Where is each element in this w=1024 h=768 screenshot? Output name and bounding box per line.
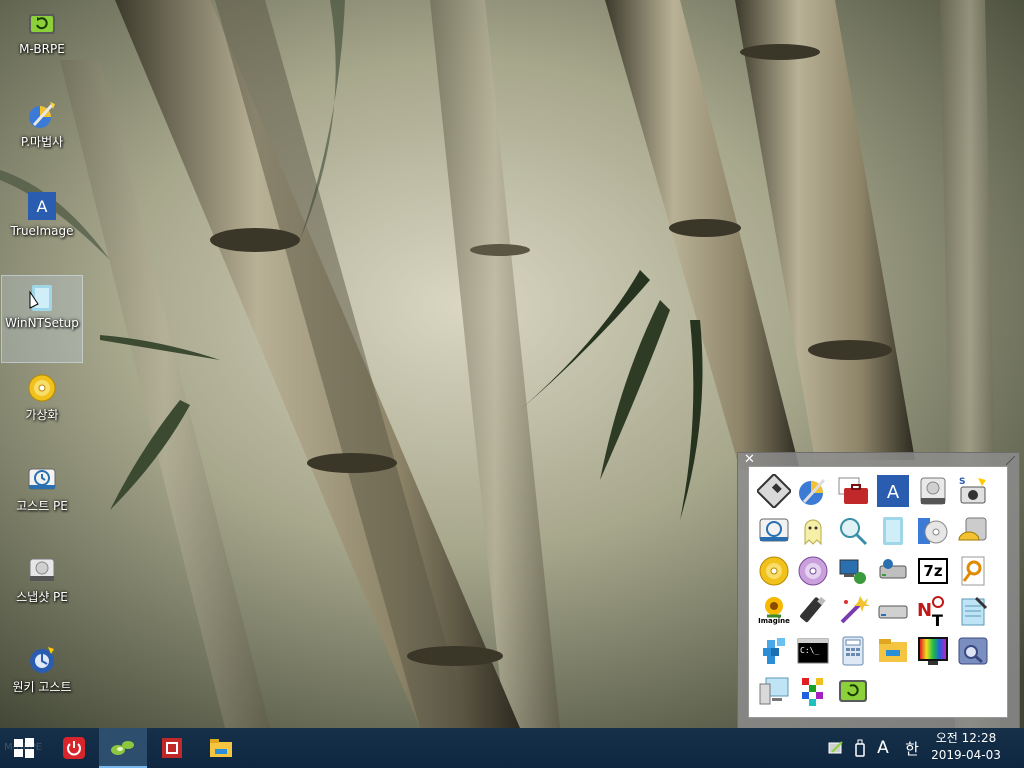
usb-eject-icon [855,739,865,757]
virtual-disc-icon [28,374,56,402]
search-ghost-icon[interactable] [836,514,870,548]
screenshot-camera-icon[interactable]: S [956,474,990,508]
magic-wand-icon[interactable] [836,594,870,628]
resize-grip-icon[interactable] [1006,456,1015,465]
monitor-test-icon[interactable] [916,634,950,668]
clock-date: 2019-04-03 [931,748,1001,762]
disc-burner-icon[interactable] [916,514,950,548]
taskbar: M-BRPE A 한 오전 12:28 2019-04-03 [0,728,1024,768]
defrag-icon[interactable] [796,674,830,708]
drive-manager-icon[interactable] [876,554,910,588]
onekey-ghost-icon [30,647,54,673]
tray-usb-button[interactable] [850,728,870,768]
desktop-icon-virtual[interactable]: 가상화 [2,366,82,452]
folder-icon [210,739,232,757]
ghost-backup-icon[interactable] [757,514,791,548]
desktop-icon-label: 가상화 [25,408,59,422]
drive-icon[interactable] [876,594,910,628]
desktop-icon-onekey-ghost[interactable]: 원키 고스트 [2,638,82,724]
desktop-icon-label: M-BRPE [19,42,65,56]
desktop-icon-trueimage[interactable]: A TrueImage [2,184,82,270]
svg-text:A: A [37,197,48,216]
hard-drive-icon[interactable] [916,474,950,508]
command-prompt-text: C:\_ [800,646,820,655]
7zip-icon-text: 7z [923,562,943,580]
ghost-icon[interactable] [796,514,830,548]
network-computer-icon[interactable] [836,554,870,588]
file-explorer-icon[interactable] [876,634,910,668]
taskbar-app-button[interactable] [148,728,196,768]
leaf-logo-icon [111,741,134,755]
desktop-icon-label: 스냅샷 PE [16,590,68,604]
winntsetup-icon [29,285,52,311]
snapshot-pe-icon [29,558,55,582]
desktop-icon-label: WinNTSetup [5,316,79,330]
toolbox-icon[interactable] [836,474,870,508]
desktop-icon-label: 원키 고스트 [12,680,72,694]
imagine-icon[interactable]: Imagine [757,594,791,628]
desktop-icon-label: 고스트 PE [16,499,68,513]
yellow-disc-icon[interactable] [757,554,791,588]
taskbar-clock[interactable]: 오전 12:28 2019-04-03 [926,730,1006,764]
trueimage-icon[interactable]: A [876,474,910,508]
command-prompt-icon[interactable]: C:\_ [796,634,830,668]
desktop-icon-m-brpe[interactable]: M-BRPE [2,2,82,88]
launcher-panel: ✕ A S 7z Imagine N T C:\_ [737,452,1020,739]
registry-icon[interactable] [757,634,791,668]
dvd-disc-icon[interactable] [796,554,830,588]
ime-mode-label: 한 [905,739,919,758]
m-brpe-drive-icon[interactable] [836,674,870,708]
m-brpe-drive-icon [29,14,55,34]
drive-search-icon[interactable] [956,634,990,668]
hardware-tray-icon [828,741,843,754]
7zip-icon[interactable]: 7z [916,554,950,588]
keyboard-layout-label: A [877,738,889,758]
desktop-icon-ghost-pe[interactable]: 고스트 PE [2,457,82,543]
file-search-icon[interactable] [956,554,990,588]
desktop-icon-p-wizard[interactable]: P.마법사 [2,93,82,179]
imagine-icon-text: Imagine [758,617,790,625]
launcher-grid: A S 7z Imagine N T C:\_ [748,466,1008,718]
red-frame-app-icon [162,738,182,758]
tray-device-button[interactable] [826,728,846,768]
partition-wizard-icon[interactable] [796,474,830,508]
notepad-icon[interactable] [956,594,990,628]
windows-logo-icon [14,738,34,758]
trueimage-icon: A [28,192,56,220]
svg-text:S: S [959,477,965,487]
power-icon [63,737,85,759]
ghost-pe-icon [28,468,56,490]
desktop-icon-winntsetup[interactable]: WinNTSetup [1,275,83,363]
tray-keyboard-button[interactable]: A [872,728,894,768]
computer-management-icon[interactable] [757,674,791,708]
taskbar-explorer-button[interactable] [197,728,245,768]
taskbar-pe-menu-button[interactable] [99,728,147,768]
clock-time: 오전 12:28 [935,731,997,745]
partition-wizard-icon [29,102,55,128]
desktop-icon-label: P.마법사 [20,135,64,149]
desktop-icon-label: TrueImage [10,224,74,238]
power-button[interactable] [50,728,98,768]
launcher-close-button[interactable]: ✕ [744,453,755,467]
svg-text:A: A [887,482,900,503]
nt-password-icon[interactable]: NT [916,594,950,628]
usb-drive-icon[interactable] [796,594,830,628]
start-button[interactable] [0,728,48,768]
hdd-tool-icon[interactable] [956,514,990,548]
calculator-icon[interactable] [836,634,870,668]
desktop-icon-snapshot-pe[interactable]: 스냅샷 PE [2,548,82,634]
svg-text:N: N [917,600,932,621]
tray-ime-button[interactable]: 한 [900,728,924,768]
winntsetup-icon[interactable] [876,514,910,548]
svg-text:T: T [932,611,943,628]
floppy-disk-icon[interactable] [757,474,791,508]
